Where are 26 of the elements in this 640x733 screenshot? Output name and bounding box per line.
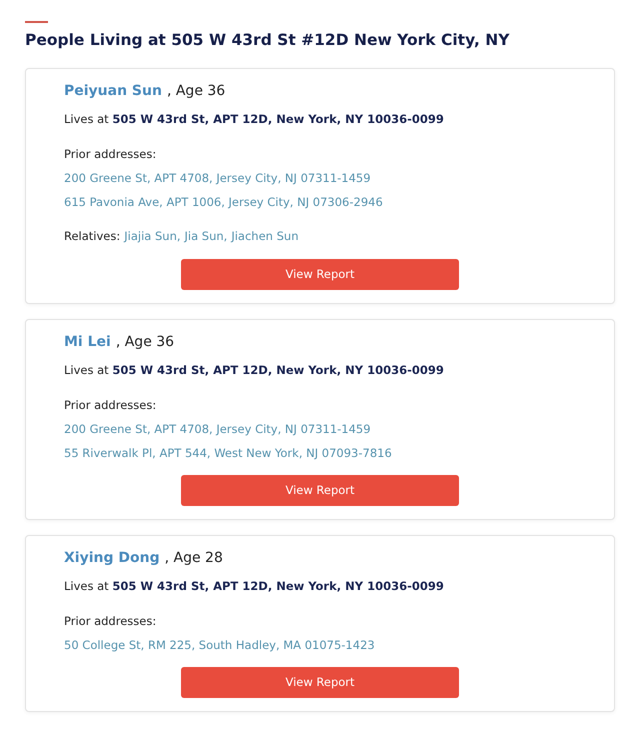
view-report-button[interactable]: View Report [181, 667, 459, 698]
person-name-link[interactable]: Mi Lei [64, 330, 111, 354]
prior-address-link[interactable]: 200 Greene St, APT 4708, Jersey City, NJ 07311-1459 [64, 422, 371, 436]
age-text: , Age 36 [116, 333, 174, 352]
prior-addresses-label: Prior addresses: [64, 398, 156, 412]
prior-address-link[interactable]: 200 Greene St, APT 4708, Jersey City, NJ 07311-1459 [64, 171, 371, 185]
view-report-button[interactable]: View Report [181, 475, 459, 506]
relative-link[interactable]: Jia Sun, [184, 224, 228, 248]
residence-text: Lives at 505 W 43rd St, APT 12D, New York, NY 10036-0099 [64, 363, 444, 377]
view-report-button[interactable]: View Report [181, 259, 459, 290]
age-text: , Age 36 [166, 82, 226, 101]
person-name-link[interactable]: Xiying Dong [64, 546, 160, 570]
relatives-label: Relatives: [64, 228, 120, 245]
age-text: , Age 28 [164, 549, 223, 568]
prior-address-link[interactable]: 615 Pavonia Ave, APT 1006, Jersey City, NJ 07306-2946 [64, 195, 383, 209]
prior-address-link[interactable]: 50 College St, RM 225, South Hadley, MA 01075-1423 [64, 638, 375, 652]
residence-text: Lives at 505 W 43rd St, APT 12D, New York, NY 10036-0099 [64, 579, 444, 593]
residence-text: Lives at 505 W 43rd St, APT 12D, New York, NY 10036-0099 [64, 112, 444, 126]
relative-link[interactable]: Jiajia Sun, [124, 224, 181, 248]
page-title: People Living at 505 W 43rd St #12D New York City, NY [25, 30, 510, 51]
relative-link[interactable]: Jiachen Sun [231, 224, 298, 248]
prior-addresses-label: Prior addresses: [64, 147, 156, 161]
person-name-link[interactable]: Peiyuan Sun [64, 79, 162, 103]
prior-address-link[interactable]: 55 Riverwalk Pl, APT 544, West New York, NJ 07093-7816 [64, 446, 392, 460]
accent-rule [25, 21, 48, 23]
prior-addresses-label: Prior addresses: [64, 614, 156, 628]
